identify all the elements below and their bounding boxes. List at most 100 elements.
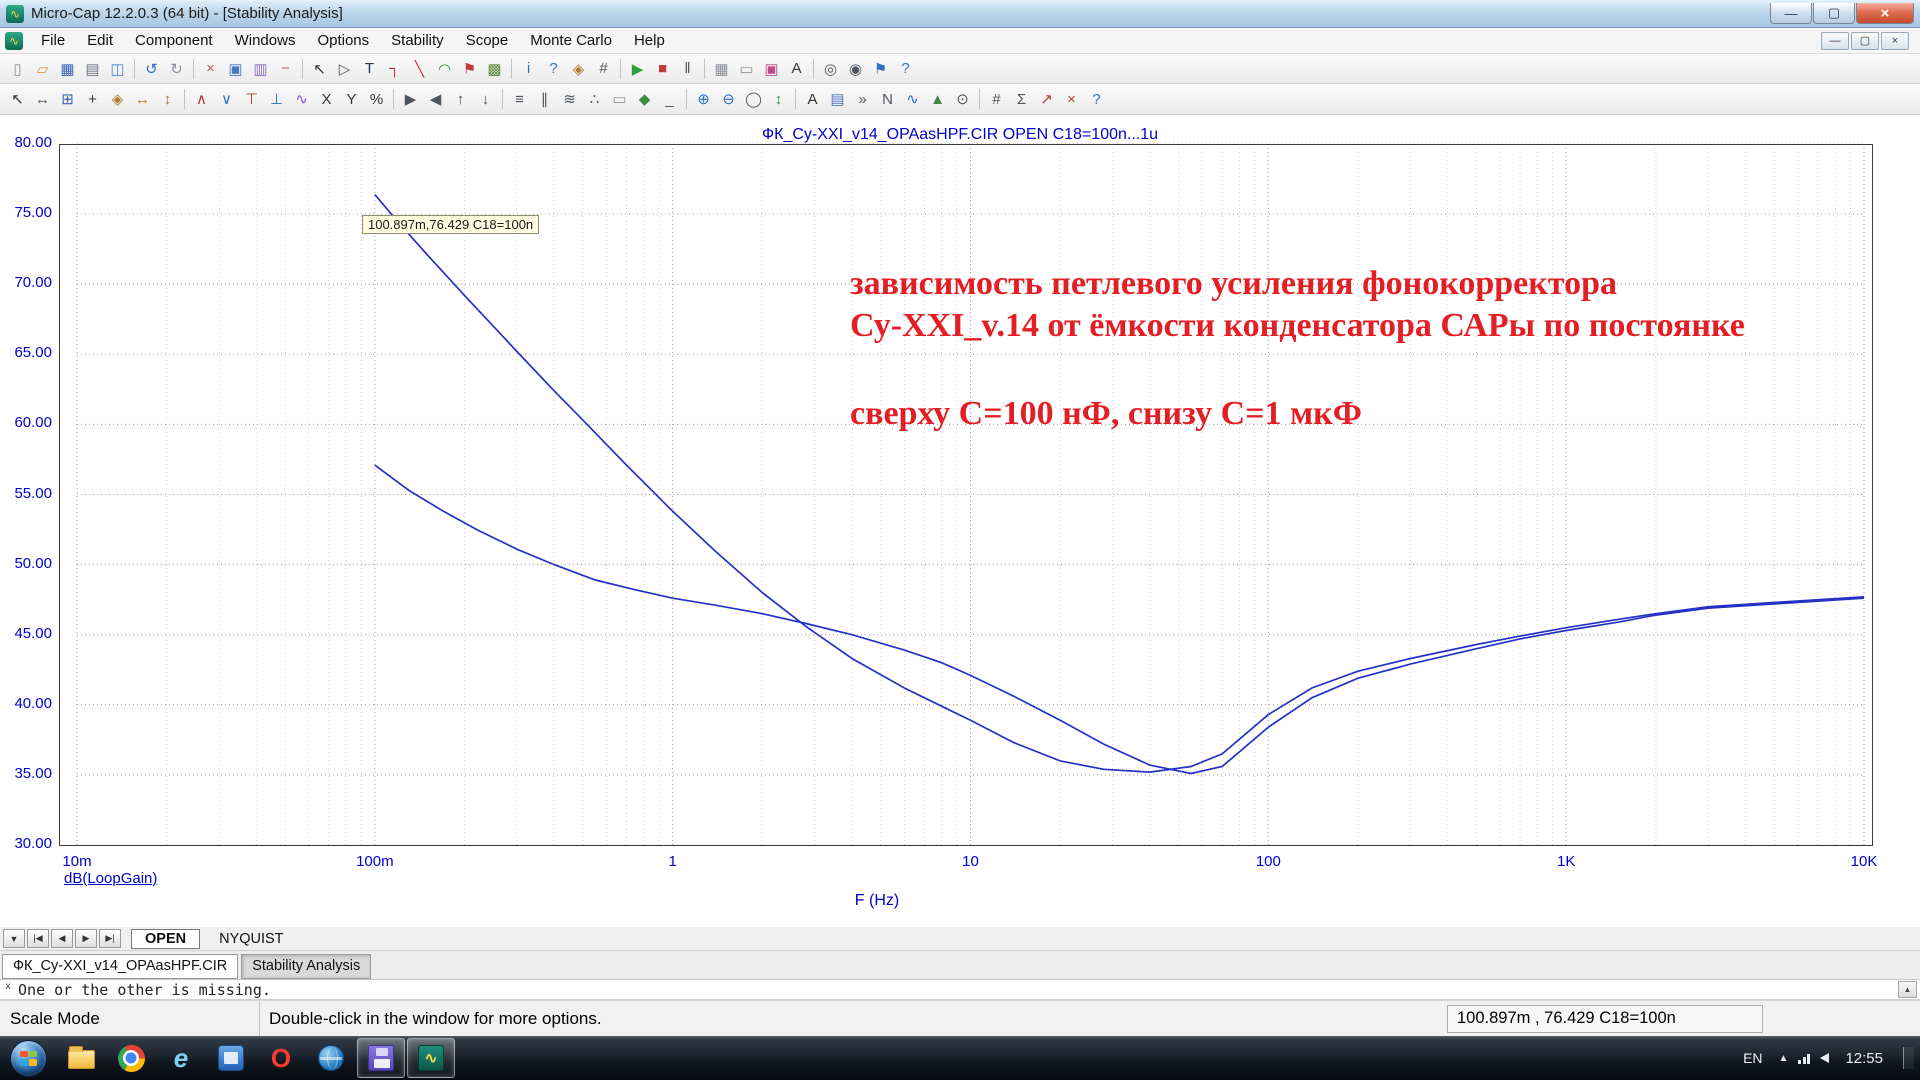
run-analysis-icon[interactable]: ▶ bbox=[625, 56, 650, 81]
color-picker-icon[interactable]: ▣ bbox=[759, 56, 784, 81]
menu-monte-carlo[interactable]: Monte Carlo bbox=[519, 28, 623, 53]
repeat-find-icon[interactable]: ◉ bbox=[843, 56, 868, 81]
first-page-button[interactable]: |◀ bbox=[27, 929, 49, 948]
normalize-icon[interactable]: N bbox=[875, 87, 900, 112]
data-points-icon[interactable]: ∴ bbox=[582, 87, 607, 112]
animate-icon[interactable]: » bbox=[850, 87, 875, 112]
horizontal-tag-icon[interactable]: ↔ bbox=[130, 87, 155, 112]
exit-analysis-icon[interactable]: × bbox=[1059, 87, 1084, 112]
last-page-button[interactable]: ▶| bbox=[99, 929, 121, 948]
mdi-restore-button[interactable]: ▢ bbox=[1851, 32, 1879, 50]
help-contents-icon[interactable]: ? bbox=[893, 56, 918, 81]
go-to-branch-icon[interactable]: % bbox=[364, 87, 389, 112]
start-button[interactable] bbox=[10, 1040, 47, 1077]
new-file-icon[interactable]: ▯ bbox=[5, 56, 30, 81]
zoom-out-icon[interactable]: ⊖ bbox=[716, 87, 741, 112]
info-mode-icon[interactable]: i bbox=[516, 56, 541, 81]
state-variables-icon[interactable]: Σ bbox=[1009, 87, 1034, 112]
font-settings-icon[interactable]: A bbox=[784, 56, 809, 81]
taskbar-micro-cap[interactable] bbox=[407, 1038, 455, 1078]
prev-page-button[interactable]: ◀ bbox=[51, 929, 73, 948]
maximize-button[interactable]: ▢ bbox=[1813, 3, 1855, 24]
grid-toggle-icon[interactable]: ▦ bbox=[709, 56, 734, 81]
menu-file[interactable]: File bbox=[30, 28, 76, 53]
y-axis-caption[interactable]: dB(LoopGain) bbox=[64, 870, 157, 887]
chart-canvas[interactable] bbox=[0, 115, 1920, 927]
file-tab-stability-analysis[interactable]: Stability Analysis bbox=[241, 954, 371, 979]
taskbar-mail-client[interactable] bbox=[207, 1038, 255, 1078]
tokens-icon[interactable]: ◆ bbox=[632, 87, 657, 112]
performance-windows-icon[interactable]: ∿ bbox=[900, 87, 925, 112]
graph-properties-icon[interactable]: ▤ bbox=[825, 87, 850, 112]
save-file-icon[interactable]: ▦ bbox=[55, 56, 80, 81]
graphics-mode-icon[interactable]: ◠ bbox=[432, 56, 457, 81]
taskbar-web-browser[interactable] bbox=[307, 1038, 355, 1078]
taskbar-file-save-tool[interactable] bbox=[357, 1038, 405, 1078]
taskbar-windows-explorer[interactable] bbox=[57, 1038, 105, 1078]
menu-component[interactable]: Component bbox=[124, 28, 224, 53]
help-graph-icon[interactable]: ? bbox=[1084, 87, 1109, 112]
node-numbers-icon[interactable]: # bbox=[591, 56, 616, 81]
point-tag-mode-icon[interactable]: ◈ bbox=[566, 56, 591, 81]
taskbar-opera-browser[interactable]: O bbox=[257, 1038, 305, 1078]
point-tag-icon[interactable]: ◈ bbox=[105, 87, 130, 112]
menu-options[interactable]: Options bbox=[306, 28, 380, 53]
copy-icon[interactable]: ▣ bbox=[223, 56, 248, 81]
mdi-close-button[interactable]: × bbox=[1881, 32, 1909, 50]
pause-analysis-icon[interactable]: ‖ bbox=[675, 56, 700, 81]
find-icon[interactable]: ◎ bbox=[818, 56, 843, 81]
menu-windows[interactable]: Windows bbox=[224, 28, 307, 53]
peak-icon[interactable]: ∧ bbox=[189, 87, 214, 112]
stop-analysis-icon[interactable]: ■ bbox=[650, 56, 675, 81]
scale-tool-icon[interactable]: ⊞ bbox=[55, 87, 80, 112]
slider-icon[interactable]: ⊙ bbox=[950, 87, 975, 112]
probe-icon[interactable]: ↗ bbox=[1034, 87, 1059, 112]
go-to-x-icon[interactable]: X bbox=[314, 87, 339, 112]
network-icon[interactable] bbox=[1798, 1052, 1810, 1064]
redo-icon[interactable]: ↻ bbox=[164, 56, 189, 81]
print-preview-icon[interactable]: ◫ bbox=[105, 56, 130, 81]
select-mode-icon[interactable]: ↖ bbox=[307, 56, 332, 81]
inflection-icon[interactable]: ∿ bbox=[289, 87, 314, 112]
bottom-curve-icon[interactable]: ↓ bbox=[473, 87, 498, 112]
volume-icon[interactable] bbox=[1820, 1053, 1829, 1063]
cursor-tool-icon[interactable]: + bbox=[80, 87, 105, 112]
diagonal-wire-mode-icon[interactable]: ╲ bbox=[407, 56, 432, 81]
zoom-in-icon[interactable]: ⊕ bbox=[691, 87, 716, 112]
minor-grids-icon[interactable]: ≋ bbox=[557, 87, 582, 112]
component-mode-icon[interactable]: ▷ bbox=[332, 56, 357, 81]
file-tab-фк-cy-xxi-v14-opaashpf-cir[interactable]: ФК_Cy-XXI_v14_OPAasHPF.CIR bbox=[2, 954, 238, 979]
menu-help[interactable]: Help bbox=[623, 28, 676, 53]
autoscale-icon[interactable]: ↕ bbox=[766, 87, 791, 112]
minimize-button[interactable]: — bbox=[1770, 3, 1812, 24]
three-d-windows-icon[interactable]: ▲ bbox=[925, 87, 950, 112]
vertical-tag-icon[interactable]: ↕ bbox=[155, 87, 180, 112]
magnify-region-icon[interactable]: ◯ bbox=[741, 87, 766, 112]
next-page-button[interactable]: ▶ bbox=[75, 929, 97, 948]
ruler-icon[interactable]: ▭ bbox=[607, 87, 632, 112]
close-button[interactable]: × bbox=[1856, 3, 1914, 24]
valley-icon[interactable]: ∨ bbox=[214, 87, 239, 112]
next-point-icon[interactable]: ▶ bbox=[398, 87, 423, 112]
vertical-grid-icon[interactable]: ∥ bbox=[532, 87, 557, 112]
text-annotation-icon[interactable]: A bbox=[800, 87, 825, 112]
plot-tab-open[interactable]: OPEN bbox=[131, 929, 200, 949]
mdi-minimize-button[interactable]: — bbox=[1821, 32, 1849, 50]
paste-icon[interactable]: ▥ bbox=[248, 56, 273, 81]
prev-point-icon[interactable]: ◀ bbox=[423, 87, 448, 112]
print-icon[interactable]: ▤ bbox=[80, 56, 105, 81]
graph-pan-icon[interactable]: ↔ bbox=[30, 87, 55, 112]
go-to-flag-icon[interactable]: ⚑ bbox=[868, 56, 893, 81]
numeric-output-icon[interactable]: # bbox=[984, 87, 1009, 112]
border-toggle-icon[interactable]: ▭ bbox=[734, 56, 759, 81]
language-indicator[interactable]: EN bbox=[1737, 1047, 1768, 1069]
wire-mode-icon[interactable]: ┐ bbox=[382, 56, 407, 81]
scroll-up-button[interactable]: ▲ bbox=[1898, 981, 1917, 998]
plot-tab-nyquist[interactable]: NYQUIST bbox=[206, 930, 296, 948]
delete-icon[interactable]: − bbox=[273, 56, 298, 81]
taskbar-google-chrome[interactable] bbox=[107, 1038, 155, 1078]
flag-mode-icon[interactable]: ⚑ bbox=[457, 56, 482, 81]
go-to-y-icon[interactable]: Y bbox=[339, 87, 364, 112]
cut-icon[interactable]: × bbox=[198, 56, 223, 81]
text-mode-icon[interactable]: T bbox=[357, 56, 382, 81]
